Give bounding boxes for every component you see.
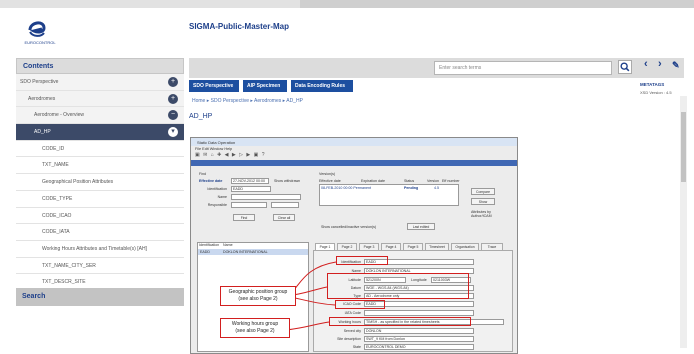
- callout-geographic-position: Geographic position group (see also Page…: [220, 286, 296, 306]
- callout-geo-line2: (see also Page 2): [238, 295, 278, 302]
- callout-hours-line2: (see also Page 2): [235, 327, 275, 334]
- callout-connectors: [285, 261, 337, 331]
- callout-geo-line1: Geographic position group: [228, 289, 288, 295]
- callout-working-hours: Working hours group (see also Page 2): [220, 318, 290, 338]
